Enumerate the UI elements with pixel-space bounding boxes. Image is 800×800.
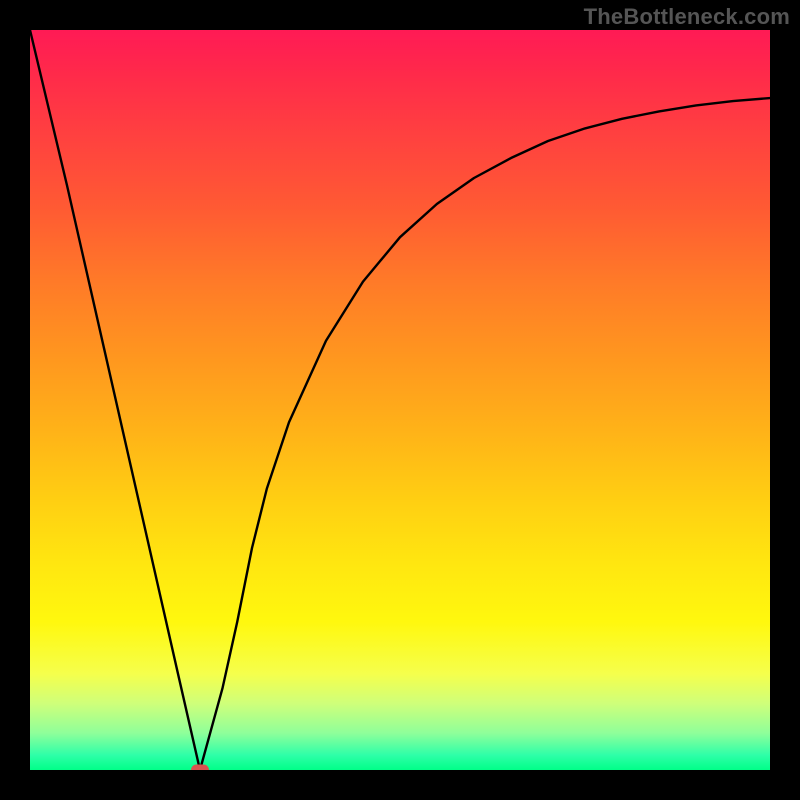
watermark-text: TheBottleneck.com [584, 4, 790, 30]
curve-svg [30, 30, 770, 770]
chart-frame: TheBottleneck.com [0, 0, 800, 800]
bottleneck-curve [30, 30, 770, 770]
plot-area [30, 30, 770, 770]
minimum-marker [191, 765, 209, 771]
